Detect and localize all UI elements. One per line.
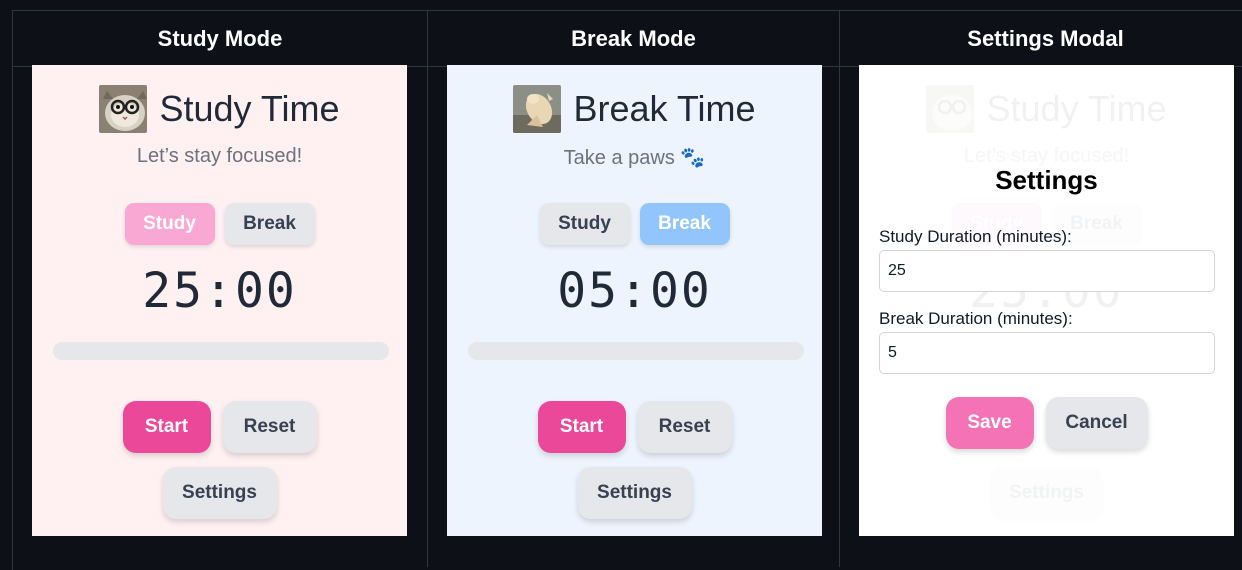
study-duration-input[interactable] — [879, 250, 1215, 292]
save-button[interactable]: Save — [945, 397, 1034, 449]
study-duration-label: Study Duration (minutes): — [879, 227, 1072, 246]
settings-button[interactable]: Settings — [162, 467, 277, 519]
break-mode-panel: Break Time Take a paws 🐾 Study Break 05:… — [447, 65, 822, 536]
settings-row: Settings — [32, 467, 407, 519]
title-row: Break Time — [447, 85, 822, 133]
break-mode-button[interactable]: Break — [639, 203, 730, 245]
settings-modal: Settings Study Duration (minutes): Break… — [859, 160, 1234, 536]
panel-title: Study Time — [159, 88, 340, 129]
reset-button[interactable]: Reset — [637, 401, 732, 453]
study-mode-panel: Study Time Let’s stay focused! Study Bre… — [32, 65, 407, 536]
settings-button[interactable]: Settings — [577, 467, 692, 519]
settings-row: Settings — [447, 467, 822, 519]
panel-subtitle: Take a paws 🐾 — [563, 147, 706, 169]
start-button[interactable]: Start — [537, 401, 626, 453]
header-break-mode: Break Mode — [428, 11, 840, 67]
settings-modal-panel: Study Time Let’s stay focused! Study Bre… — [859, 65, 1234, 536]
panel-subtitle: Let’s stay focused! — [136, 145, 303, 167]
start-button[interactable]: Start — [122, 401, 211, 453]
progress-bar — [468, 342, 804, 360]
break-mode-button[interactable]: Break — [224, 203, 315, 245]
modal-actions: Save Cancel — [859, 397, 1234, 449]
cat-glasses-avatar-icon — [99, 85, 148, 133]
cancel-button[interactable]: Cancel — [1045, 397, 1148, 449]
mode-switcher: Study Break — [447, 203, 822, 245]
cat-glasses-avatar-icon — [926, 85, 975, 133]
title-row: Study Time — [32, 85, 407, 133]
study-mode-button[interactable]: Study — [539, 203, 630, 245]
study-mode-button[interactable]: Study — [124, 203, 215, 245]
modal-title: Settings — [995, 165, 1098, 195]
timer-display: 05:00 — [557, 263, 712, 319]
cat-stretching-avatar-icon — [513, 85, 562, 133]
progress-bar — [53, 342, 389, 360]
timer-display: 25:00 — [142, 263, 297, 319]
title-row: Study Time — [859, 85, 1234, 133]
panel-title: Study Time — [986, 88, 1167, 129]
break-duration-label: Break Duration (minutes): — [879, 309, 1073, 328]
reset-button[interactable]: Reset — [222, 401, 317, 453]
header-settings-modal: Settings Modal — [840, 11, 1242, 67]
panel-title: Break Time — [573, 88, 756, 129]
header-study-mode: Study Mode — [13, 11, 428, 67]
break-duration-input[interactable] — [879, 332, 1215, 374]
control-row: Start Reset — [32, 401, 407, 453]
control-row: Start Reset — [447, 401, 822, 453]
mode-switcher: Study Break — [32, 203, 407, 245]
